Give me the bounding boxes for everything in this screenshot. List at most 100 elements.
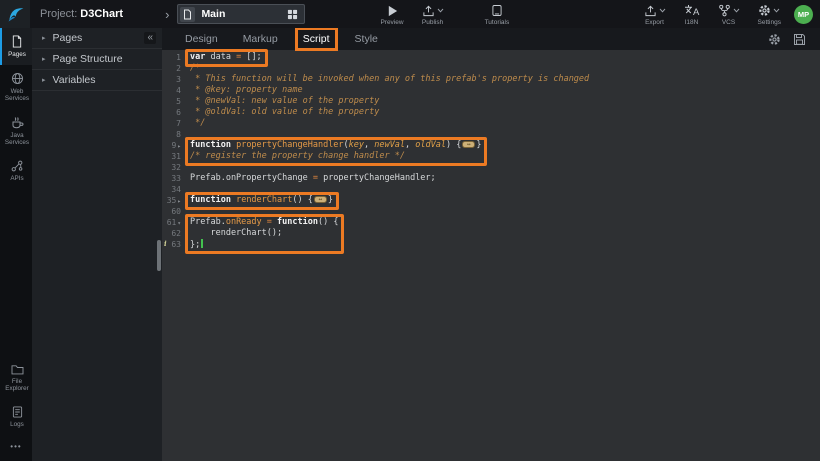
i18n-button[interactable]: AI18N xyxy=(684,4,700,26)
workspace: PagesWeb ServicesJava ServicesAPIs File E… xyxy=(0,28,820,461)
code-line-content: * @oldVal: old value of the property xyxy=(183,107,379,118)
code-line: 9▸ function propertyChangeHandler(key, ne… xyxy=(162,140,820,151)
sidebar-item-logs[interactable]: Logs xyxy=(0,399,32,435)
tab-markup[interactable]: Markup xyxy=(239,31,282,47)
gutter-cell[interactable]: 2 xyxy=(162,63,183,74)
fold-marker-icon[interactable]: ▾ xyxy=(177,220,181,227)
code-line: 3 * This function will be invoked when a… xyxy=(162,74,820,85)
code-line: 34 xyxy=(162,184,820,195)
gutter-cell[interactable]: 35▸ xyxy=(162,195,183,206)
sidebar-item-file-explorer[interactable]: File Explorer xyxy=(0,357,32,399)
preview-button[interactable]: Preview xyxy=(380,4,403,26)
code-line: i 63}; xyxy=(162,239,820,250)
sidebar-item-pages[interactable]: Pages xyxy=(0,28,32,65)
sidebar-item-label: File Explorer xyxy=(3,378,31,393)
gutter-cell[interactable]: 33 xyxy=(162,173,183,184)
code-line: 61▾Prefab.onReady = function() { xyxy=(162,217,820,228)
folded-code-icon[interactable]: ↔ xyxy=(462,141,475,148)
code-line-content xyxy=(183,162,190,173)
panel-scrollbar-thumb[interactable] xyxy=(157,240,161,271)
gutter-cell[interactable]: 32 xyxy=(162,162,183,173)
code-line: 31/* register the property change handle… xyxy=(162,151,820,162)
apis-icon xyxy=(11,160,23,172)
warning-icon: i xyxy=(164,239,167,248)
editor-tab-bar: Design Markup Script Style xyxy=(162,28,820,50)
token: function xyxy=(190,195,231,205)
wavemaker-logo-icon[interactable] xyxy=(0,0,30,28)
folded-code-icon[interactable]: ↔ xyxy=(314,196,327,203)
gutter-cell[interactable]: 31 xyxy=(162,151,183,162)
gutter-cell[interactable]: 60 xyxy=(162,206,183,217)
line-number: 34 xyxy=(171,185,181,194)
publish-label: Publish xyxy=(422,19,443,26)
gutter-cell[interactable]: 1 xyxy=(162,52,183,63)
gutter-cell[interactable]: 5 xyxy=(162,96,183,107)
web-services-icon xyxy=(11,72,24,85)
gutter-cell[interactable]: 3 xyxy=(162,74,183,85)
export-button[interactable]: Export xyxy=(644,4,666,26)
token: }; xyxy=(190,240,200,250)
code-line-content xyxy=(183,206,190,217)
gutter-cell[interactable]: 61▾ xyxy=(162,217,183,228)
fold-marker-icon[interactable]: ▸ xyxy=(177,198,181,205)
publish-button[interactable]: Publish xyxy=(422,4,444,26)
fold-marker-icon[interactable]: ▸ xyxy=(177,143,181,150)
activity-bar: PagesWeb ServicesJava ServicesAPIs File E… xyxy=(0,28,32,461)
gutter-cell[interactable]: 34 xyxy=(162,184,183,195)
avatar[interactable]: MP xyxy=(794,5,813,24)
project-title: Project:D3Chart xyxy=(40,8,123,20)
gutter-cell[interactable]: 4 xyxy=(162,85,183,96)
tab-script[interactable]: Script xyxy=(299,31,334,47)
project-name: D3Chart xyxy=(80,8,123,20)
vcs-button[interactable]: VCS xyxy=(718,4,740,26)
line-number: 7 xyxy=(176,119,181,128)
code-text: * @oldVal: old value of the property xyxy=(190,107,379,118)
code-text: /* xyxy=(190,63,200,74)
panel-section-page-structure[interactable]: ▸Page Structure xyxy=(32,49,162,70)
code-line: 62 renderChart(); xyxy=(162,228,820,239)
token: * @newVal: new value of the property xyxy=(190,96,379,106)
gutter-cell[interactable]: 9▸ xyxy=(162,140,183,151)
page-tab-main[interactable]: Main xyxy=(177,4,305,24)
java-services-icon xyxy=(11,116,24,129)
gutter-cell[interactable]: 7 xyxy=(162,118,183,129)
code-line: 2 /* xyxy=(162,63,820,74)
code-line: 5 * @newVal: new value of the property xyxy=(162,96,820,107)
collapse-panel-button[interactable]: « xyxy=(144,32,156,44)
gear-icon[interactable] xyxy=(768,33,781,46)
settings-icon xyxy=(758,4,771,17)
token: onReady xyxy=(226,217,262,227)
tutorials-button[interactable]: Tutorials xyxy=(485,4,510,26)
code-line-content: * @newVal: new value of the property xyxy=(183,96,379,107)
vcs-icon xyxy=(718,4,731,17)
sidebar-item-web-services[interactable]: Web Services xyxy=(0,65,32,109)
tab-style[interactable]: Style xyxy=(351,31,382,47)
token: } xyxy=(476,140,481,150)
code-line-content: * This function will be invoked when any… xyxy=(183,74,589,85)
code-editor[interactable]: 1var data = [];2/*3 * This function will… xyxy=(162,50,820,461)
gutter-cell[interactable]: 8 xyxy=(162,129,183,140)
panel-section-variables[interactable]: ▸Variables xyxy=(32,70,162,91)
sidebar-item-java-services[interactable]: Java Services xyxy=(0,109,32,153)
gutter-cell[interactable]: 62 xyxy=(162,228,183,239)
tab-design[interactable]: Design xyxy=(181,31,222,47)
save-icon[interactable] xyxy=(793,33,806,46)
sidebar-item-apis[interactable]: APIs xyxy=(0,153,32,189)
caret-down-icon xyxy=(437,8,444,13)
line-number: 61 xyxy=(167,218,177,227)
settings-label: Settings xyxy=(758,19,782,26)
more-options-button[interactable]: ••• xyxy=(0,434,32,461)
token: , xyxy=(364,140,374,150)
line-number: 63 xyxy=(171,240,181,249)
settings-button[interactable]: Settings xyxy=(758,4,782,26)
code-line: 6 * @oldVal: old value of the property xyxy=(162,107,820,118)
gutter-cell[interactable]: 6 xyxy=(162,107,183,118)
grid-icon[interactable] xyxy=(287,9,298,20)
panel-section-pages[interactable]: ▸Pages« xyxy=(32,28,162,49)
line-number: 60 xyxy=(171,207,181,216)
gutter-cell[interactable]: i 63 xyxy=(162,239,183,250)
code-line-content: function propertyChangeHandler(key, newV… xyxy=(183,140,481,151)
code-text: function propertyChangeHandler(key, newV… xyxy=(190,140,481,151)
editor-tabs: Design Markup Script Style xyxy=(181,31,399,47)
token: oldVal xyxy=(415,140,446,150)
